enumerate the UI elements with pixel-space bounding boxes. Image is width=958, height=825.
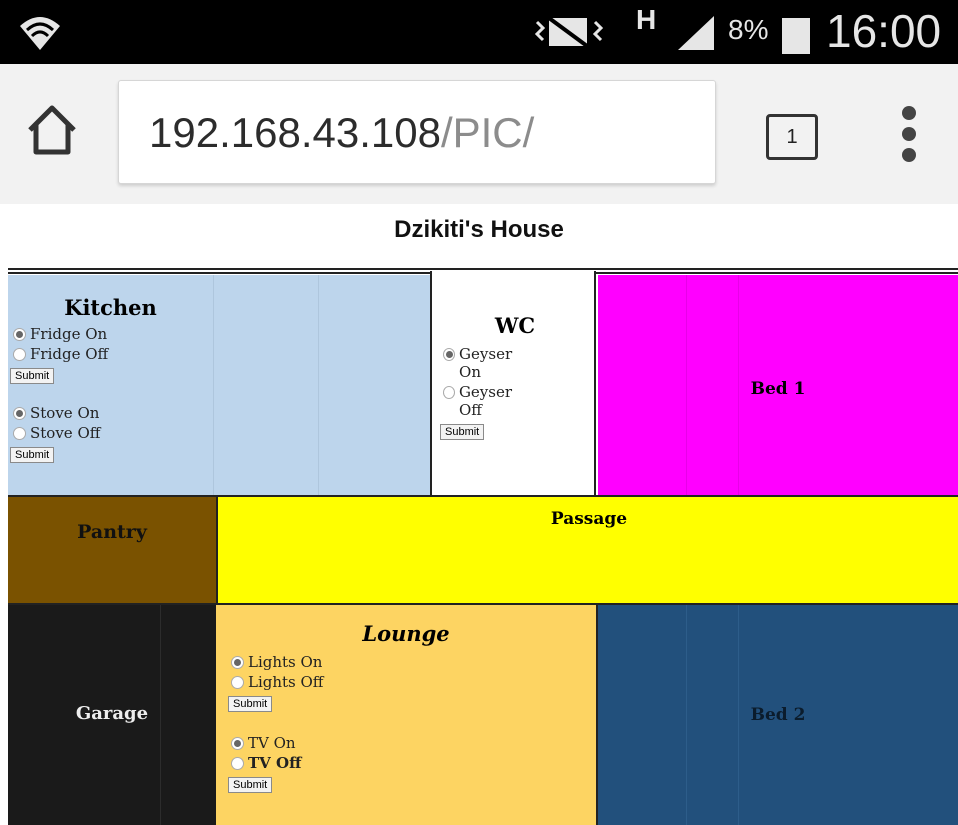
fridge-on-radio[interactable] [13,327,26,341]
room-name-garage: Garage [75,703,149,724]
stove-off-radio[interactable] [13,426,26,440]
fridge-submit-button[interactable]: Submit [10,368,55,384]
room-name-pantry: Pantry [77,521,147,543]
tv-off-radio[interactable] [231,756,244,770]
room-garage: Garage [8,605,216,825]
battery-icon [782,18,810,54]
tab-count: 1 [786,126,798,148]
geyser-off-radio[interactable] [443,386,455,399]
room-lounge: Lounge Lights On Lights Off Submit TV On… [216,605,596,825]
tv-off-option[interactable]: TV Off [228,754,323,772]
status-bar: H 8% 16:00 [0,0,958,64]
tv-on-radio[interactable] [231,736,244,750]
fridge-on-option[interactable]: Fridge On [10,325,108,343]
home-icon[interactable] [24,102,80,158]
room-wc: WC Geyser On Geyser Off Submit [430,271,596,497]
page-title: Dzikiti's House [394,216,564,243]
tv-submit-button[interactable]: Submit [228,777,273,793]
room-name-wc: WC [494,313,536,338]
room-name-lounge: Lounge [362,621,450,646]
lights-on-radio[interactable] [231,655,244,669]
lights-on-option[interactable]: Lights On [228,653,323,671]
room-name-passage: Passage [550,509,628,529]
stove-on-radio[interactable] [13,406,26,420]
room-name-kitchen: Kitchen [64,295,157,320]
signal-icon [678,16,714,50]
overflow-menu-icon[interactable] [898,106,920,162]
room-passage: Passage [216,495,958,605]
fridge-off-option[interactable]: Fridge Off [10,345,108,363]
battery-percent: 8% [728,14,769,45]
room-bed-1: Bed 1 [598,275,958,495]
geyser-submit-button[interactable]: Submit [440,424,485,440]
wc-controls: Geyser On Geyser Off Submit [440,343,532,440]
room-pantry: Pantry [8,495,216,605]
room-name-bed-2: Bed 2 [750,705,806,725]
lights-submit-button[interactable]: Submit [228,696,273,712]
geyser-on-option[interactable]: Geyser On [440,345,532,381]
url-host: 192.168.43.108 [149,109,441,156]
clock: 16:00 [826,5,942,57]
stove-off-option[interactable]: Stove Off [10,424,108,442]
room-bed-2: Bed 2 [596,605,958,825]
lounge-controls: Lights On Lights Off Submit TV On TV Off… [228,651,323,793]
room-name-bed-1: Bed 1 [750,379,806,399]
mute-vibrate-icon [534,16,604,48]
data-transfer-icon: H [636,4,657,35]
wifi-icon [20,17,60,50]
lights-off-option[interactable]: Lights Off [228,673,323,691]
room-kitchen: Kitchen Fridge On Fridge Off Submit Stov… [8,275,430,495]
kitchen-controls: Fridge On Fridge Off Submit Stove On Sto… [10,323,108,463]
stove-on-option[interactable]: Stove On [10,404,108,422]
fridge-off-radio[interactable] [13,347,26,361]
geyser-off-option[interactable]: Geyser Off [440,383,532,419]
url-path: /PIC/ [440,109,535,156]
geyser-on-radio[interactable] [443,348,456,361]
lights-off-radio[interactable] [231,675,244,689]
tabs-icon[interactable]: 1 [766,114,818,160]
tv-on-option[interactable]: TV On [228,734,323,752]
stove-submit-button[interactable]: Submit [10,447,55,463]
browser-toolbar: 192.168.43.108/PIC/ 1 [0,64,958,204]
address-bar[interactable]: 192.168.43.108/PIC/ [118,80,716,184]
